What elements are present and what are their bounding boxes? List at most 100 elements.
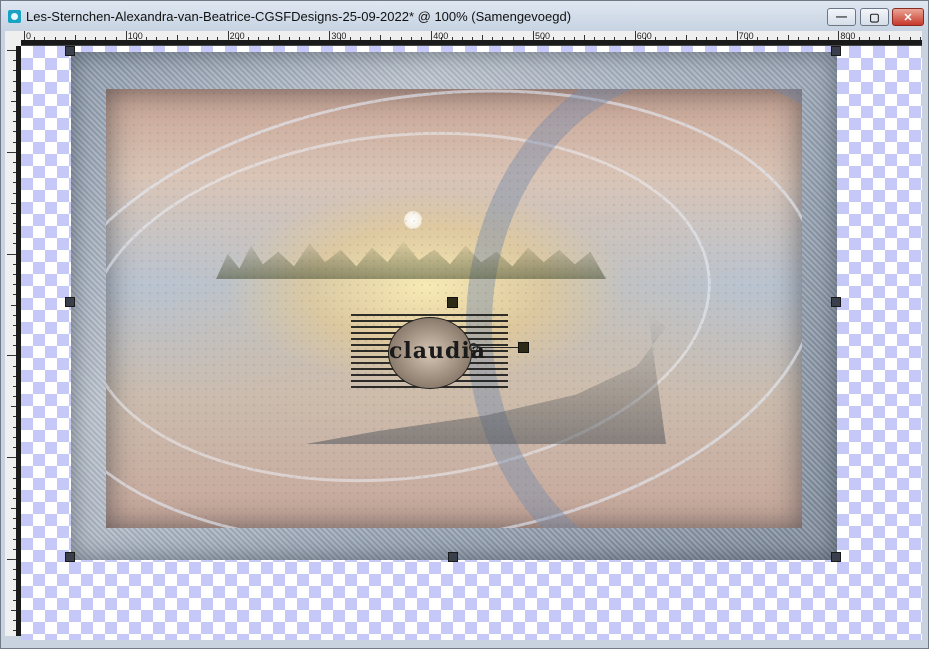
- maximize-button[interactable]: ▢: [860, 8, 889, 26]
- selection-handle-top-left[interactable]: [65, 46, 75, 56]
- selection-handle-bottom[interactable]: [448, 552, 458, 562]
- ruler-tick: [13, 212, 16, 214]
- selection-handle-right[interactable]: [831, 297, 841, 307]
- ruler-tick: [13, 70, 16, 72]
- selection-handle-top-right[interactable]: [831, 46, 841, 56]
- ruler-tick: [13, 579, 16, 581]
- ruler-tick: [13, 273, 16, 275]
- ruler-tick: [675, 37, 677, 40]
- title-bar[interactable]: Les-Sternchen-Alexandra-van-Beatrice-CGS…: [1, 1, 928, 31]
- canvas-workspace[interactable]: claudia: [21, 46, 922, 640]
- ruler-tick: [13, 263, 16, 265]
- ruler-tick: [400, 37, 402, 40]
- app-icon: [8, 10, 21, 23]
- ruler-tick: [380, 35, 382, 40]
- ruler-label: 600: [636, 31, 652, 41]
- ruler-label: 100: [127, 31, 143, 41]
- ruler-tick: [95, 37, 97, 40]
- ruler-tick: [13, 60, 16, 62]
- ruler-tick: [105, 37, 107, 40]
- ruler-tick: [54, 37, 56, 40]
- window-title: Les-Sternchen-Alexandra-van-Beatrice-CGS…: [26, 9, 572, 24]
- selection-handle-bottom-right[interactable]: [831, 552, 841, 562]
- ruler-tick: [736, 31, 738, 40]
- horizontal-ruler: 0 100 200 300 400 500 600 700 800: [21, 31, 922, 46]
- ruler-tick: [13, 314, 16, 316]
- ruler-tick: [13, 80, 16, 82]
- window-bottom-edge: [5, 640, 923, 646]
- ruler-label: 700: [738, 31, 754, 41]
- ruler-tick: [614, 37, 616, 40]
- ruler-corner: [5, 31, 22, 47]
- ruler-tick: [655, 37, 657, 40]
- ruler-tick: [186, 37, 188, 40]
- ruler-tick: [868, 37, 870, 40]
- ruler-tick: [909, 37, 911, 40]
- ruler-tick: [207, 37, 209, 40]
- ruler-tick: [74, 35, 76, 40]
- ruler-tick: [197, 37, 199, 40]
- ruler-tick: [410, 37, 412, 40]
- ruler-tick: [11, 304, 16, 306]
- ruler-tick: [13, 436, 16, 438]
- ruler-tick: [13, 294, 16, 296]
- ruler-tick: [217, 37, 219, 40]
- ruler-tick: [777, 37, 779, 40]
- ruler-tick: [492, 37, 494, 40]
- ruler-tick: [268, 37, 270, 40]
- ruler-tick: [258, 37, 260, 40]
- ruler-tick: [13, 599, 16, 601]
- ruler-tick: [13, 385, 16, 387]
- ruler-tick: [13, 284, 16, 286]
- rotation-line: [477, 347, 519, 348]
- ruler-tick: [329, 31, 331, 40]
- ruler-tick: [828, 37, 830, 40]
- ruler-tick: [13, 365, 16, 367]
- ruler-tick: [818, 37, 820, 40]
- ruler-tick: [34, 37, 36, 40]
- ruler-tick: [13, 182, 16, 184]
- ruler-tick: [7, 355, 16, 357]
- ruler-tick: [482, 35, 484, 40]
- minimize-button[interactable]: —: [827, 8, 856, 26]
- watermark-logo[interactable]: claudia: [388, 317, 486, 389]
- ruler-tick: [13, 447, 16, 449]
- ruler-tick: [797, 37, 799, 40]
- ruler-label: 800: [840, 31, 856, 41]
- rotation-handle[interactable]: [518, 342, 529, 353]
- ruler-tick: [13, 335, 16, 337]
- ruler-tick: [431, 31, 433, 40]
- ruler-tick: [13, 141, 16, 143]
- pivot-handle[interactable]: [447, 297, 458, 308]
- selection-handle-bottom-left[interactable]: [65, 552, 75, 562]
- ruler-tick: [838, 31, 840, 40]
- ruler-label: 500: [535, 31, 551, 41]
- ruler-tick: [13, 548, 16, 550]
- ruler-tick: [695, 37, 697, 40]
- close-button[interactable]: ✕: [892, 8, 924, 26]
- ruler-label: 300: [331, 31, 347, 41]
- ruler-tick: [13, 518, 16, 520]
- ruler-tick: [756, 37, 758, 40]
- ruler-tick: [13, 630, 16, 632]
- ruler-tick: [146, 37, 148, 40]
- dot-pattern: [106, 89, 802, 528]
- ruler-tick: [7, 559, 16, 560]
- ruler-tick: [665, 37, 667, 40]
- ruler-tick: [13, 223, 16, 225]
- ruler-tick: [11, 406, 16, 408]
- ruler-tick: [7, 151, 16, 153]
- logo-text: claudia: [389, 338, 486, 364]
- ruler-tick: [156, 37, 158, 40]
- ruler-tick: [7, 50, 16, 51]
- ruler-tick: [919, 37, 921, 40]
- ruler-tick: [421, 37, 423, 40]
- ruler-tick: [7, 253, 16, 255]
- ruler-tick: [13, 161, 16, 163]
- ruler-tick: [359, 37, 361, 40]
- ruler-tick: [319, 37, 321, 40]
- selection-handle-left[interactable]: [65, 297, 75, 307]
- ruler-tick: [573, 37, 575, 40]
- ruler-tick: [858, 37, 860, 40]
- ruler-tick: [13, 192, 16, 194]
